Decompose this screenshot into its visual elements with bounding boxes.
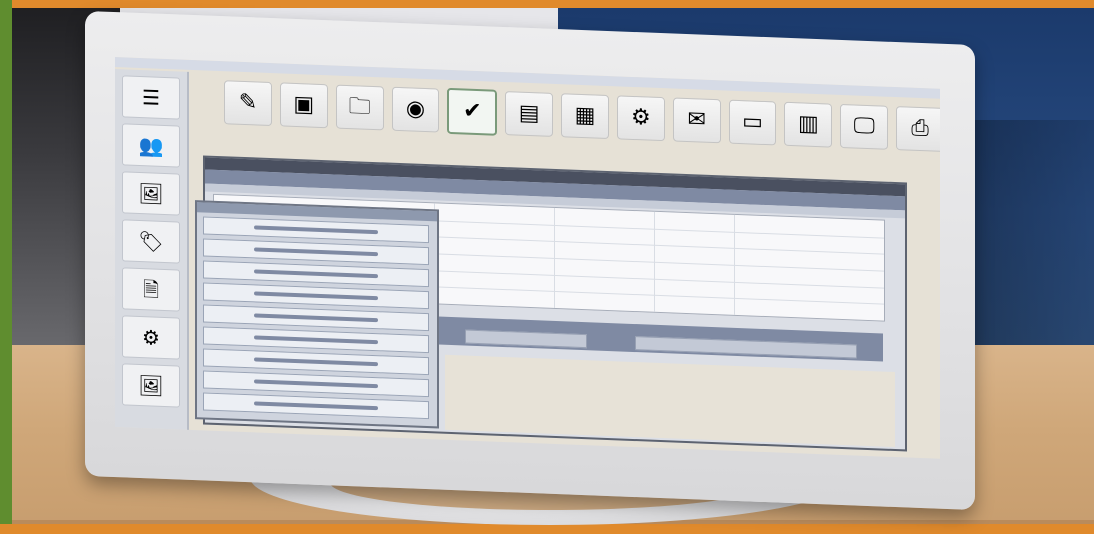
tag-icon: 🏷: [138, 228, 164, 254]
window-icon: ▭: [742, 109, 763, 135]
toolbar-button-13[interactable]: ⎙: [896, 106, 940, 152]
monitor: ☰ 👥 🖼 🏷 🗎 ⚙ 🖼 ✎ ▣ 🗀 ◉ ✔ ▤ ▦ ⚙ ✉ ▭ ▥ 🖵 ⎙: [85, 10, 975, 511]
toolbar-button-7[interactable]: ▦: [561, 93, 609, 140]
pen-icon: ✎: [238, 89, 258, 116]
list-item-label: [254, 401, 378, 411]
grid-column-line: [654, 211, 655, 312]
cog-icon: ⚙: [630, 104, 651, 131]
list-item-label: [254, 291, 378, 301]
list-item-label: [254, 335, 378, 345]
toolbar-button-2[interactable]: ▣: [279, 82, 328, 129]
list-item-label: [254, 313, 378, 323]
people-icon: 👥: [138, 132, 164, 158]
image-icon: 🖼: [138, 372, 164, 398]
grid-column-line: [734, 214, 735, 315]
settings-icon: ⚙: [142, 325, 160, 350]
table-icon: ▥: [797, 111, 819, 138]
app-sidebar: ☰ 👥 🖼 🏷 🗎 ⚙ 🖼: [115, 69, 189, 436]
toolbar-button-1[interactable]: ✎: [224, 80, 272, 127]
grid-column-line: [554, 207, 555, 308]
monitor-screen: ☰ 👥 🖼 🏷 🗎 ⚙ 🖼 ✎ ▣ 🗀 ◉ ✔ ▤ ▦ ⚙ ✉ ▭ ▥ 🖵 ⎙: [115, 57, 940, 459]
toolbar-button-6[interactable]: ▤: [505, 91, 554, 137]
box-icon: ▣: [293, 91, 315, 118]
list-panel-items: [203, 216, 429, 423]
sidebar-button-1[interactable]: ☰: [122, 75, 180, 120]
document-icon: ▦: [574, 102, 596, 129]
list-icon: ☰: [142, 85, 160, 110]
list-item-label: [254, 247, 378, 257]
list-item-label: [254, 357, 378, 367]
list-item-label: [254, 269, 378, 279]
toolbar-button-12[interactable]: 🖵: [840, 103, 889, 150]
sidebar-button-7[interactable]: 🖼: [122, 363, 180, 408]
toolbar-button-9[interactable]: ✉: [672, 97, 721, 144]
photo-frame-bottom: [0, 524, 1094, 534]
list-item-label: [254, 379, 378, 389]
monitor-icon: 🖵: [853, 113, 875, 140]
sidebar-button-4[interactable]: 🏷: [122, 219, 180, 264]
sidebar-button-5[interactable]: 🗎: [122, 267, 180, 312]
toolbar-button-3[interactable]: 🗀: [335, 84, 384, 131]
toolbar-button-5[interactable]: ✔: [447, 87, 498, 136]
sidebar-button-2[interactable]: 👥: [122, 123, 180, 168]
mail-icon: ✉: [687, 107, 706, 133]
folder-icon: 🗀: [348, 94, 371, 120]
toolbar-button-11[interactable]: ▥: [784, 101, 833, 148]
file-icon: 🗎: [142, 277, 160, 302]
list-item-label: [254, 225, 378, 235]
app-list-panel: [195, 200, 439, 429]
record-icon: ◉: [405, 96, 426, 122]
list-item[interactable]: [203, 392, 429, 420]
sidebar-button-6[interactable]: ⚙: [122, 315, 180, 360]
photo-scene: ☰ 👥 🖼 🏷 🗎 ⚙ 🖼 ✎ ▣ 🗀 ◉ ✔ ▤ ▦ ⚙ ✉ ▭ ▥ 🖵 ⎙: [0, 0, 1094, 534]
chart-icon: ▤: [518, 100, 540, 127]
toolbar-button-4[interactable]: ◉: [391, 86, 440, 133]
sidebar-button-3[interactable]: 🖼: [122, 171, 180, 216]
image-icon: 🖼: [138, 180, 164, 206]
print-icon: ⎙: [911, 115, 929, 142]
photo-frame-left: [0, 0, 12, 534]
photo-frame-top: [0, 0, 1094, 8]
check-icon: ✔: [463, 98, 482, 125]
toolbar-button-8[interactable]: ⚙: [616, 95, 665, 142]
toolbar-button-10[interactable]: ▭: [728, 99, 777, 146]
